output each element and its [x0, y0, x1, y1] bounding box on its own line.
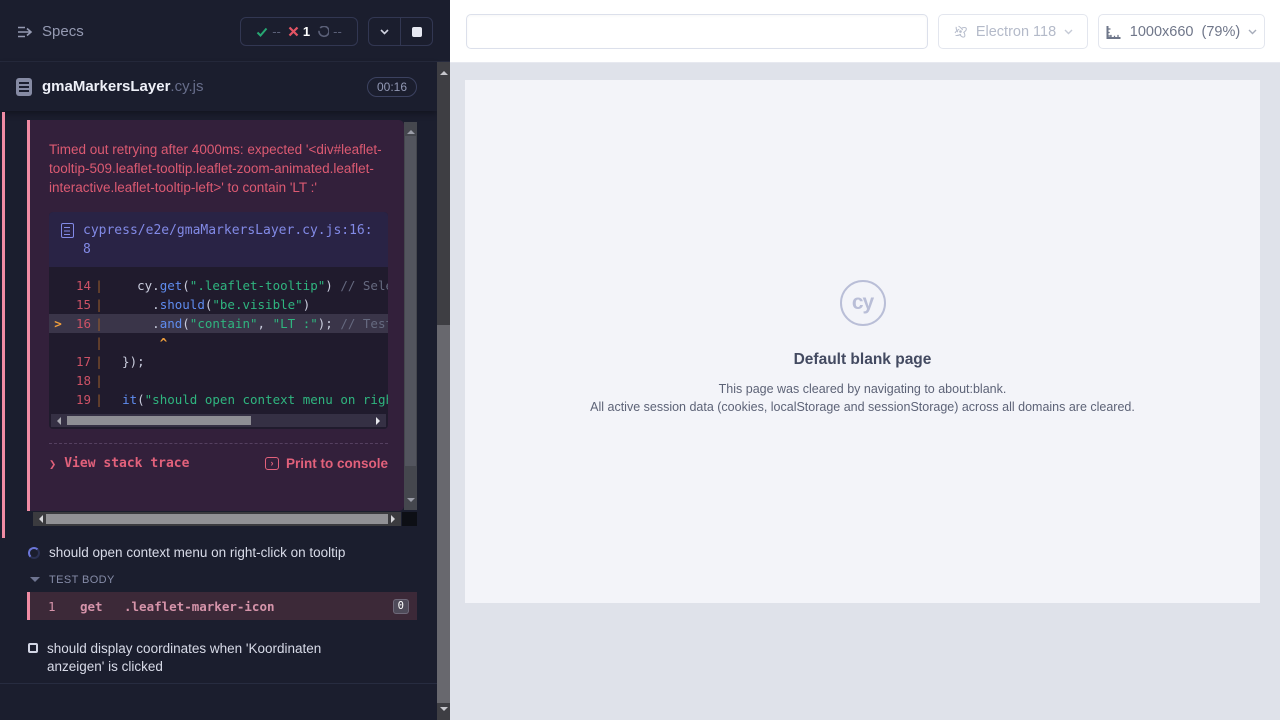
chevron-down-icon [30, 577, 40, 587]
scroll-down-arrow-icon[interactable] [440, 707, 448, 715]
scroll-left-arrow-icon[interactable] [35, 515, 43, 523]
error-footer-divider [49, 443, 388, 444]
stat-passed: -- [256, 24, 281, 39]
cypress-runner: Specs -- 1 -- [0, 0, 1280, 720]
browser-label: Electron 118 [976, 24, 1056, 40]
specs-label[interactable]: Specs [42, 23, 84, 40]
chevron-down-icon [1064, 29, 1073, 35]
scroll-left-arrow-icon[interactable] [53, 417, 61, 425]
scroll-down-arrow-icon[interactable] [407, 498, 415, 506]
error-horizontal-scrollbar[interactable] [33, 512, 401, 526]
stop-icon [412, 27, 422, 37]
browser-toolbar: Electron 118 1000x660 (79%) [450, 0, 1280, 63]
specs-menu-icon[interactable] [16, 24, 34, 40]
blank-page-subtitle-1: This page was cleared by navigating to a… [465, 382, 1260, 396]
stop-button[interactable] [400, 18, 432, 45]
file-icon [61, 223, 74, 238]
check-icon [256, 26, 268, 38]
scroll-up-arrow-icon[interactable] [440, 67, 448, 75]
sidebar-vertical-scrollbar[interactable] [437, 62, 450, 720]
scrollbar-corner [402, 512, 417, 526]
command-number: 1 [48, 599, 80, 614]
spec-file-icon [16, 78, 32, 96]
code-hscroll-thumb[interactable] [67, 416, 251, 425]
error-vertical-scrollbar[interactable] [404, 122, 417, 510]
test-list-divider [0, 683, 437, 684]
command-message: .leaflet-marker-icon [124, 599, 393, 614]
code-line: 15| .should("be.visible") [49, 295, 388, 314]
test-body-section-header[interactable]: TEST BODY [30, 573, 115, 587]
chevron-down-icon [1248, 29, 1257, 35]
pending-box-icon [28, 643, 38, 653]
reporter-sidebar: Specs -- 1 -- [0, 0, 450, 720]
test-item-running[interactable]: should open context menu on right-click … [28, 545, 345, 560]
browser-selector-button[interactable]: Electron 118 [938, 14, 1088, 49]
code-frame-file-link[interactable]: cypress/e2e/gmaMarkersLayer.cy.js:16:8 [83, 221, 376, 259]
code-frame: cypress/e2e/gmaMarkersLayer.cy.js:16:8 1… [49, 212, 388, 429]
print-to-console-button[interactable]: › Print to console [265, 456, 388, 471]
app-pane: Electron 118 1000x660 (79%) cy Default b… [450, 0, 1280, 720]
code-line: 18| [49, 371, 388, 390]
stat-failed: 1 [288, 24, 310, 39]
x-icon [288, 26, 299, 37]
command-method: get [80, 599, 124, 614]
spec-name: gmaMarkersLayer [42, 78, 170, 95]
code-line: 19| it("should open context menu on righ [49, 390, 388, 409]
run-controls [368, 17, 433, 46]
command-log-row[interactable]: 1 get .leaflet-marker-icon 0 [27, 592, 417, 620]
test-error-panel: Timed out retrying after 4000ms: expecte… [27, 120, 404, 511]
blank-page-content: cy Default blank page This page was clea… [465, 280, 1260, 414]
passed-count: -- [272, 24, 281, 39]
ruler-icon [1106, 25, 1122, 39]
scroll-up-arrow-icon[interactable] [407, 126, 415, 134]
aut-iframe: cy Default blank page This page was clea… [465, 80, 1260, 603]
spec-duration-badge: 00:16 [367, 77, 417, 97]
blank-page-title: Default blank page [465, 351, 1260, 369]
error-message: Timed out retrying after 4000ms: expecte… [49, 140, 390, 197]
aut-stage: cy Default blank page This page was clea… [450, 63, 1280, 720]
code-frame-header[interactable]: cypress/e2e/gmaMarkersLayer.cy.js:16:8 [49, 212, 388, 267]
code-line: 14| cy.get(".leaflet-tooltip") // Sele [49, 276, 388, 295]
print-to-console-label: Print to console [286, 456, 388, 471]
viewport-zoom: (79%) [1202, 24, 1241, 40]
test-title: should display coordinates when 'Koordin… [47, 640, 377, 676]
spec-extension: .cy.js [170, 78, 203, 95]
error-vscroll-thumb[interactable] [405, 136, 416, 466]
failed-count: 1 [303, 24, 310, 39]
test-title: should open context menu on right-click … [49, 545, 345, 560]
code-lines: 14| cy.get(".leaflet-tooltip") // Sele15… [49, 267, 388, 411]
sidebar-scroll-thumb[interactable] [437, 325, 450, 703]
code-line: | ^ [49, 333, 388, 352]
test-body-label: TEST BODY [49, 574, 115, 586]
viewport-info-button[interactable]: 1000x660 (79%) [1098, 14, 1265, 49]
view-stack-trace-label: View stack trace [64, 456, 189, 471]
collapse-all-button[interactable] [369, 18, 400, 45]
test-item-pending[interactable]: should display coordinates when 'Koordin… [28, 640, 388, 676]
test-stats: -- 1 -- [240, 17, 358, 46]
code-line: >16| .and("contain", "LT :"); // Test [49, 314, 388, 333]
url-input[interactable] [466, 14, 928, 49]
chevron-down-icon [380, 29, 389, 35]
restart-icon [317, 26, 329, 38]
failed-test-border [2, 112, 5, 538]
console-icon: › [265, 457, 279, 470]
spec-row[interactable]: gmaMarkersLayer .cy.js 00:16 [0, 62, 437, 111]
viewport-size: 1000x660 [1130, 24, 1194, 40]
code-horizontal-scrollbar[interactable] [51, 414, 386, 427]
cypress-logo: cy [840, 280, 886, 326]
scroll-right-arrow-icon[interactable] [391, 515, 399, 523]
electron-icon [953, 24, 968, 39]
running-spinner-icon [28, 547, 40, 559]
reporter-header: Specs -- 1 -- [0, 0, 450, 62]
chevron-right-icon: ❯ [49, 457, 56, 471]
blank-page-subtitle-2: All active session data (cookies, localS… [465, 400, 1260, 414]
error-footer: ❯ View stack trace › Print to console [49, 456, 388, 471]
stat-pending: -- [317, 24, 342, 39]
view-stack-trace-link[interactable]: ❯ View stack trace [49, 456, 189, 471]
command-count-badge: 0 [393, 599, 409, 614]
error-hscroll-thumb[interactable] [46, 514, 388, 524]
scroll-right-arrow-icon[interactable] [376, 417, 384, 425]
pending-count: -- [333, 24, 342, 39]
code-line: 17| }); [49, 352, 388, 371]
